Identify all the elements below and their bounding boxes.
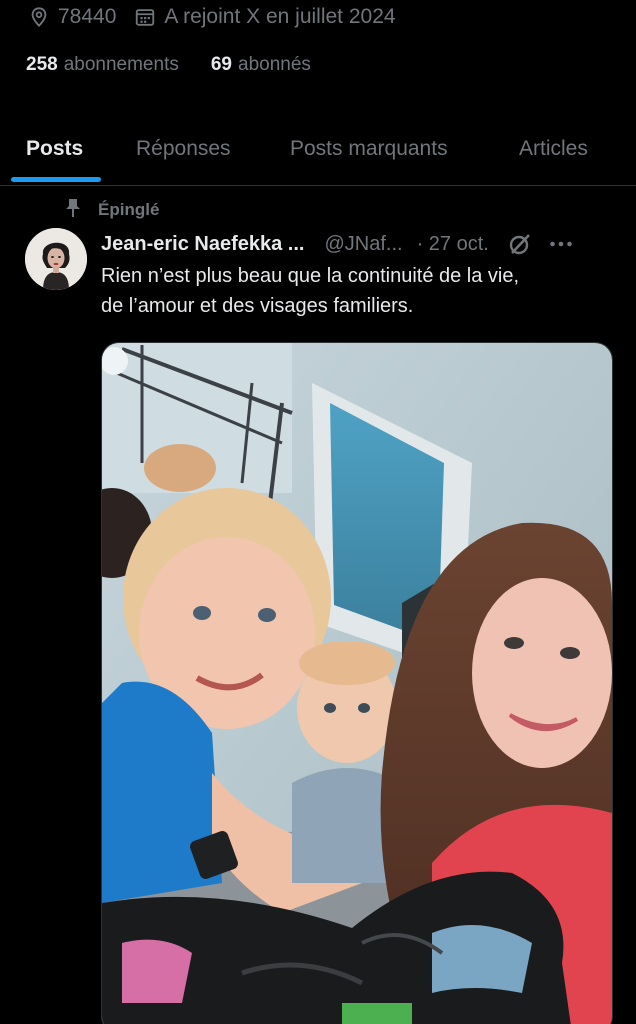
grok-icon[interactable] [507, 231, 533, 257]
post-text-line-2: de l’amour et des visages familiers. [101, 295, 414, 317]
tab-highlights[interactable]: Posts marquants [290, 112, 448, 185]
join-date-text: A rejoint X en juillet 2024 [164, 5, 396, 28]
location: 78440 [28, 5, 116, 29]
post-date[interactable]: · 27 oct. [417, 233, 489, 256]
profile-page: 78440 A rejoint X en juillet 2024 258 ab… [0, 0, 636, 1024]
avatar[interactable] [25, 228, 87, 290]
active-tab-indicator [11, 177, 101, 182]
author-name[interactable]: Jean-eric Naefekka ... [101, 233, 304, 256]
join-date: A rejoint X en juillet 2024 [134, 5, 396, 29]
post-text-line-1: Rien n’est plus beau que la continuité d… [101, 265, 520, 287]
profile-meta: 78440 A rejoint X en juillet 2024 [28, 2, 396, 32]
location-pin-icon [28, 6, 50, 28]
post-media[interactable] [101, 342, 613, 1024]
pinned-indicator: Épinglé [64, 196, 159, 224]
calendar-icon [134, 6, 156, 28]
tab-replies[interactable]: Réponses [136, 112, 231, 185]
followers-count: 69 [210, 54, 232, 75]
author-handle[interactable]: @JNaf... [324, 233, 402, 256]
following-link[interactable]: 258 abonnements [26, 54, 179, 76]
post-text: Rien n’est plus beau que la continuité d… [101, 261, 611, 321]
tab-articles[interactable]: Articles [519, 112, 588, 185]
profile-tabs: Posts Réponses Posts marquants Articles [0, 112, 636, 186]
pinned-label: Épinglé [98, 200, 160, 219]
more-icon[interactable] [549, 240, 573, 248]
following-label: abonnements [63, 54, 179, 75]
pin-icon [64, 198, 82, 223]
location-text: 78440 [58, 5, 117, 28]
followers-label: abonnés [238, 54, 311, 75]
post-header: Jean-eric Naefekka ... @JNaf... · 27 oct… [101, 228, 616, 260]
followers-link[interactable]: 69 abonnés [211, 54, 311, 76]
post-photo [102, 343, 612, 1024]
follow-stats: 258 abonnements 69 abonnés [26, 50, 311, 80]
following-count: 258 [26, 54, 58, 75]
tab-posts[interactable]: Posts [26, 112, 83, 185]
